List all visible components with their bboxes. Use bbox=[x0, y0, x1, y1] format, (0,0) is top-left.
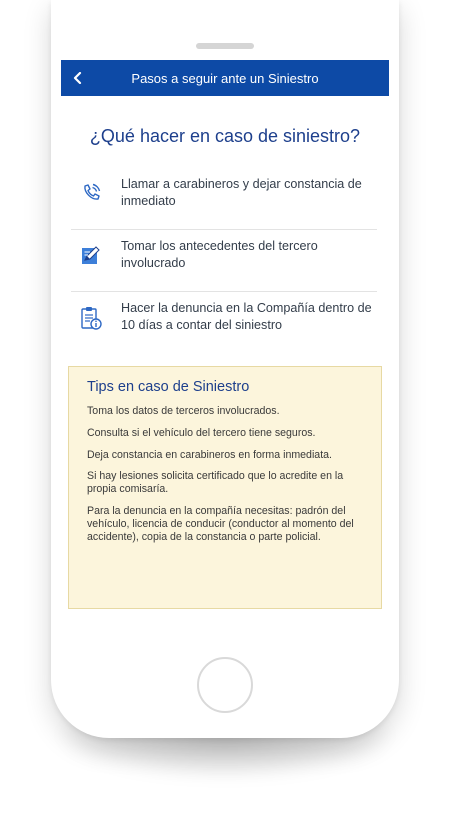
tip-item: Consulta si el vehículo del tercero tien… bbox=[87, 426, 316, 439]
clipboard-info-icon bbox=[71, 300, 111, 331]
tips-box: Tips en caso de Siniestro Toma los datos… bbox=[68, 366, 382, 609]
step-label: Hacer la denuncia en la Compañía dentro … bbox=[121, 301, 372, 332]
step-item-report: Hacer la denuncia en la Compañía dentro … bbox=[71, 292, 377, 354]
phone-frame: Pasos a seguir ante un Siniestro ¿Qué ha… bbox=[51, 0, 399, 738]
chevron-left-icon[interactable] bbox=[71, 71, 85, 85]
step-item-call: Llamar a carabineros y dejar constancia … bbox=[71, 168, 377, 230]
tip-item: Toma los datos de terceros involucrados. bbox=[87, 405, 280, 417]
app-header: Pasos a seguir ante un Siniestro bbox=[61, 60, 389, 96]
page-title: Pasos a seguir ante un Siniestro bbox=[131, 70, 319, 86]
step-item-third-party: Tomar los antecedentes del tercero invol… bbox=[71, 230, 377, 292]
app-screen: Pasos a seguir ante un Siniestro ¿Qué ha… bbox=[61, 60, 389, 620]
edit-document-icon bbox=[71, 238, 111, 267]
home-button[interactable] bbox=[197, 657, 253, 713]
tip-item: Si hay lesiones solicita certificado que… bbox=[87, 470, 344, 496]
tips-title: Tips en caso de Siniestro bbox=[87, 379, 250, 395]
steps-list: Llamar a carabineros y dejar constancia … bbox=[71, 168, 377, 354]
step-label: Llamar a carabineros y dejar constancia … bbox=[121, 177, 362, 208]
phone-speaker bbox=[196, 43, 254, 49]
step-label: Tomar los antecedentes del tercero invol… bbox=[121, 239, 318, 270]
tip-item: Para la denuncia en la compañía necesita… bbox=[87, 504, 354, 543]
tip-item: Deja constancia en carabineros en forma … bbox=[87, 448, 332, 461]
phone-call-icon bbox=[71, 176, 111, 205]
section-heading: ¿Qué hacer en caso de siniestro? bbox=[89, 126, 361, 146]
